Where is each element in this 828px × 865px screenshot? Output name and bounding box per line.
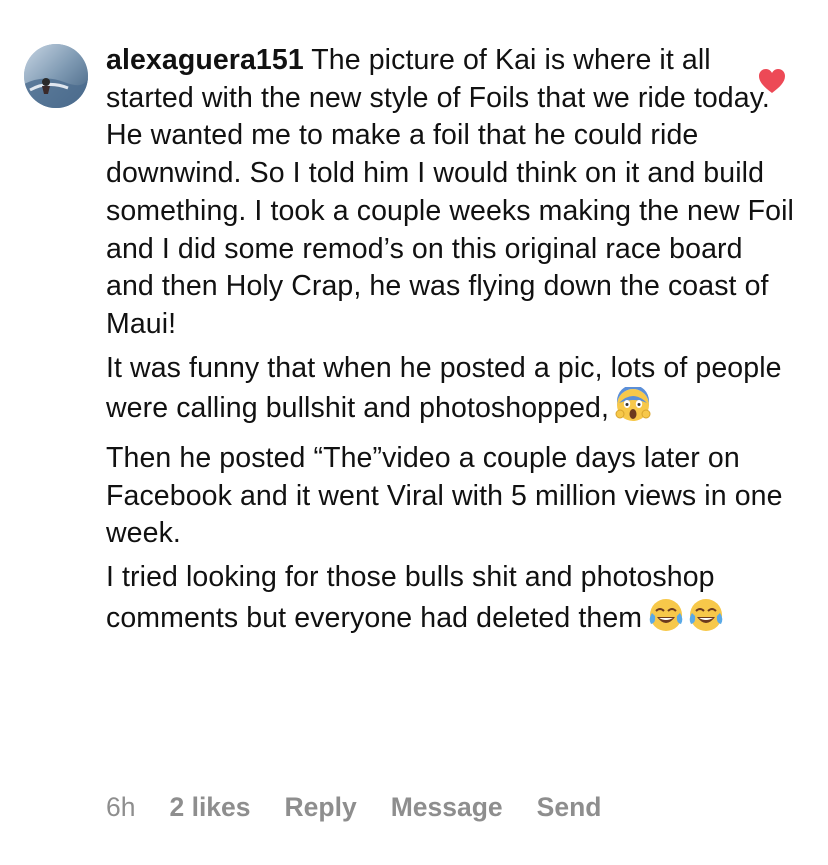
send-button[interactable]: Send: [537, 792, 602, 823]
comment-text-2: It was funny that when he posted a pic, …: [106, 351, 782, 425]
comment-text-4: I tried looking for those bulls shit and…: [106, 561, 715, 634]
comment-paragraph-1: alexaguera151 The picture of Kai is wher…: [106, 42, 796, 344]
timestamp: 6h: [106, 792, 136, 822]
comment-text-1: The picture of Kai is where it all start…: [106, 44, 794, 340]
comment-meta-row: 6h 2 likes Reply Message Send: [106, 792, 601, 823]
message-button[interactable]: Message: [391, 792, 503, 823]
comment-paragraph-4: I tried looking for those bulls shit and…: [106, 559, 796, 643]
face-with-tears-of-joy-emoji: [688, 597, 724, 644]
likes-count-link[interactable]: 2 likes: [169, 792, 250, 823]
face-with-tears-of-joy-emoji: [648, 597, 684, 644]
comment-body: alexaguera151 The picture of Kai is wher…: [106, 42, 796, 650]
username-link[interactable]: alexaguera151: [106, 44, 304, 76]
comment-paragraph-2: It was funny that when he posted a pic, …: [106, 350, 796, 434]
comment-paragraph-3: Then he posted “The”video a couple days …: [106, 440, 796, 553]
face-screaming-in-fear-emoji: [615, 385, 651, 434]
comment: alexaguera151 The picture of Kai is wher…: [0, 0, 828, 865]
avatar-photo: [24, 44, 88, 108]
reply-button[interactable]: Reply: [285, 792, 357, 823]
avatar[interactable]: [24, 44, 88, 108]
comment-text-3: Then he posted “The”video a couple days …: [106, 442, 783, 550]
